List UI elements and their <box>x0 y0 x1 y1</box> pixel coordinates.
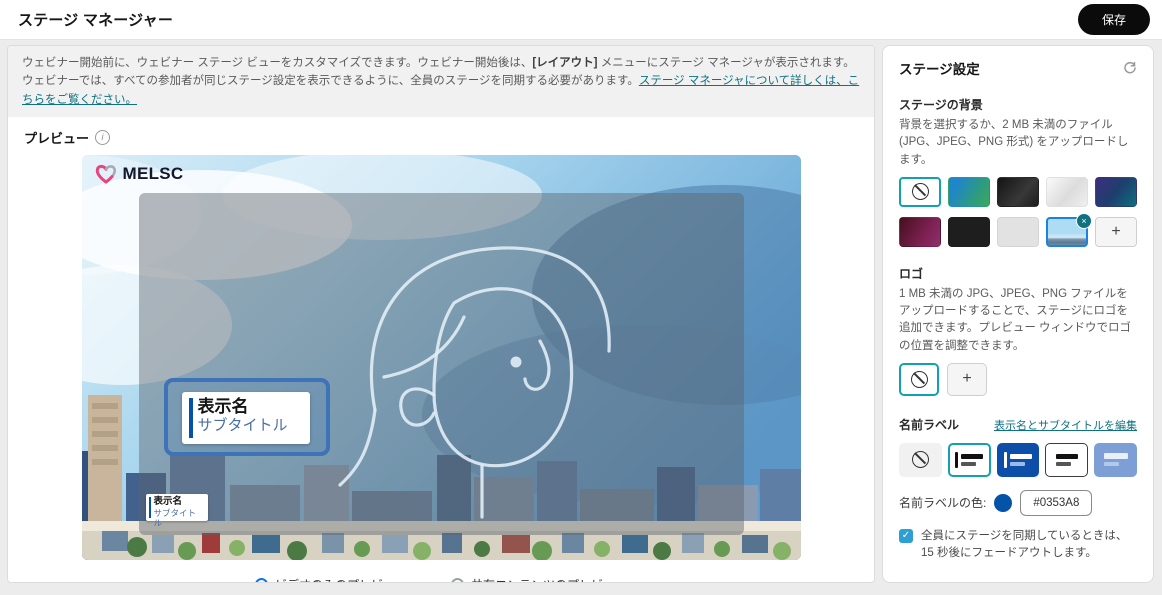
background-option-maroon[interactable] <box>899 216 941 247</box>
banner-line2: ウェビナーでは、すべての参加者が同じステージ設定を表示できるように、全員のステー… <box>22 75 639 88</box>
label-style-glyph <box>1103 453 1128 467</box>
heart-logo-icon <box>95 165 116 184</box>
label-style-dark-blue[interactable] <box>996 442 1040 477</box>
name-label-drag-frame[interactable]: 表示名 サブタイトル <box>163 378 330 457</box>
label-style-light-bar[interactable] <box>947 442 991 477</box>
banner-line1-bold: [レイアウト] <box>532 57 598 69</box>
label-style-none[interactable] <box>899 442 942 477</box>
background-option-purple-teal[interactable] <box>1095 176 1137 207</box>
label-style-glyph <box>955 451 959 468</box>
stage-logo[interactable]: MELSC <box>94 163 184 185</box>
label-style-glyph <box>1055 453 1078 466</box>
label-style-light-blue[interactable] <box>1094 442 1137 477</box>
save-button[interactable]: 保存 <box>1077 4 1150 35</box>
preview-panel: ウェビナー開始前に、ウェビナー ステージ ビューをカスタマイズできます。ウェビナ… <box>7 45 875 583</box>
banner-line1-post: メニューにステージ マネージャが表示されます。 <box>597 57 855 69</box>
name-label-small-preview: 表示名 サブタイトル <box>145 494 208 528</box>
no-logo-icon <box>910 370 928 388</box>
background-option-blue-green[interactable] <box>948 176 990 207</box>
name-label-section-heading: 名前ラベル <box>899 417 960 432</box>
preview-mode-radios: ビデオのみのプレビュー 共有コンテンツのプレビュー <box>8 576 874 582</box>
name-label-preview[interactable]: 表示名 サブタイトル <box>181 392 310 445</box>
label-color-swatch[interactable] <box>994 493 1013 512</box>
background-option-none[interactable] <box>899 176 941 207</box>
background-section-heading: ステージの背景 <box>899 98 983 112</box>
logo-option-none[interactable] <box>899 362 939 396</box>
logo-options: + <box>899 362 1137 396</box>
preview-heading: プレビュー <box>24 131 90 147</box>
name-label-accent-bar <box>188 398 193 439</box>
display-name-text: 表示名 <box>197 397 249 417</box>
radio-selected-icon <box>254 578 268 582</box>
edit-display-name-link[interactable]: 表示名とサブタイトルを編集 <box>994 417 1137 433</box>
sync-fade-checkbox[interactable]: ✓ <box>899 528 913 543</box>
upload-background-button[interactable]: + <box>1095 216 1137 247</box>
label-style-glyph <box>1004 451 1008 468</box>
banner-line1: ウェビナー開始前に、ウェビナー ステージ ビューをカスタマイズできます。ウェビナ… <box>22 57 533 69</box>
page-title: ステージ マネージャー <box>18 12 174 29</box>
background-option-city-selected[interactable]: × <box>1046 212 1092 247</box>
preview-heading-row: プレビュー i <box>8 117 874 153</box>
upload-logo-button[interactable]: + <box>947 362 987 396</box>
name-label-accent-bar <box>148 497 151 519</box>
background-options: × + <box>899 176 1137 247</box>
refresh-icon[interactable] <box>1123 61 1137 75</box>
label-color-input[interactable] <box>1020 489 1093 516</box>
background-option-dark[interactable] <box>997 176 1039 207</box>
label-style-outline[interactable] <box>1045 442 1089 477</box>
subtitle-text: サブタイトル <box>197 416 288 434</box>
no-label-icon <box>911 451 929 469</box>
info-icon[interactable]: i <box>95 130 111 146</box>
info-banner: ウェビナー開始前に、ウェビナー ステージ ビューをカスタマイズできます。ウェビナ… <box>8 46 874 118</box>
radio-video-only[interactable]: ビデオのみのプレビュー <box>254 576 407 582</box>
sync-fade-label: 全員にステージを同期しているときは、15 秒後にフェードアウトします。 <box>921 529 1128 559</box>
sidebar-title: ステージ設定 <box>899 62 980 77</box>
stage-preview[interactable]: MELSC 表示名 サブタイトル 表示名 サブタイトル <box>81 155 801 561</box>
subtitle-text: サブタイトル <box>153 507 197 528</box>
name-label-style-options <box>899 442 1137 477</box>
background-option-light[interactable] <box>1046 176 1088 207</box>
radio-unselected-icon <box>451 578 464 582</box>
background-option-black[interactable] <box>948 216 990 247</box>
logo-section-description: 1 MB 未満の JPG、JPEG、PNG ファイルをアップロードすることで、ス… <box>899 287 1132 352</box>
background-option-gray[interactable] <box>997 216 1039 247</box>
remove-background-icon[interactable]: × <box>1076 212 1092 229</box>
logo-section-heading: ロゴ <box>899 266 924 281</box>
label-color-caption: 名前ラベルの色: <box>899 496 987 511</box>
radio-label: ビデオのみのプレビュー <box>275 576 407 582</box>
video-region-overlay <box>138 193 744 536</box>
radio-label: 共有コンテンツのプレビュー <box>471 576 627 582</box>
background-section-description: 背景を選択するか、2 MB 未満のファイル (JPG、JPEG、PNG 形式) … <box>899 119 1129 166</box>
app-header: ステージ マネージャー 保存 <box>0 0 1162 40</box>
display-name-text: 表示名 <box>153 496 183 508</box>
stage-settings-panel: ステージ設定 ステージの背景 背景を選択するか、2 MB 未満のファイル (JP… <box>882 45 1154 583</box>
no-background-icon <box>911 183 929 201</box>
radio-shared-content[interactable]: 共有コンテンツのプレビュー <box>451 576 627 582</box>
brand-name: MELSC <box>122 164 184 184</box>
